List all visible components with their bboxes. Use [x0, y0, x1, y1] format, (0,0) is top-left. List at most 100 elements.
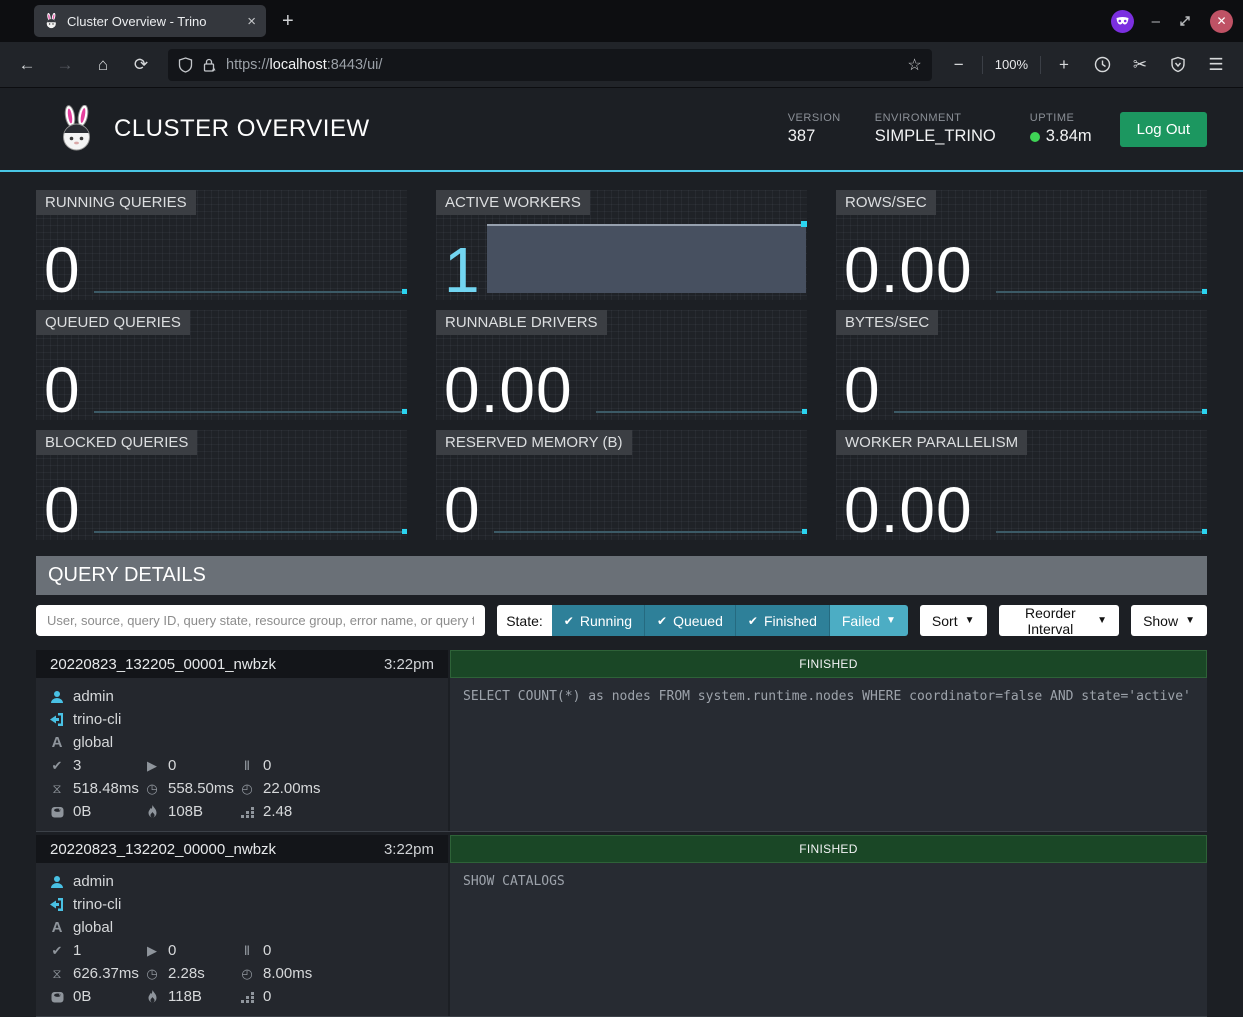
elapsed-clock-icon: ◷ [145, 962, 159, 985]
back-icon[interactable]: ← [12, 50, 42, 80]
bookmark-star-icon[interactable]: ☆ [907, 55, 921, 75]
query-id-link[interactable]: 20220823_132202_00000_nwbzk [50, 841, 276, 858]
forward-icon[interactable]: → [50, 50, 80, 80]
check-icon: ✔ [748, 614, 758, 628]
stat-label: BLOCKED QUERIES [36, 430, 197, 455]
splits-running: 0 [168, 939, 176, 962]
stat-label: RUNNABLE DRIVERS [436, 310, 607, 335]
window-restore-button[interactable] [1178, 14, 1192, 28]
url-bar[interactable]: https://localhost:8443/ui/ ☆ [168, 49, 932, 81]
screenshot-tool-icon[interactable]: ✂ [1125, 50, 1155, 80]
query-source: trino-cli [73, 708, 121, 731]
window-minimize-button[interactable]: – [1152, 13, 1160, 30]
stat-card-active-workers: ACTIVE WORKERS 1 [436, 190, 807, 300]
sparkline-area [487, 224, 806, 293]
extension-shield-icon[interactable] [1163, 50, 1193, 80]
logout-button[interactable]: Log Out [1120, 112, 1207, 147]
tab-close-icon[interactable]: × [247, 13, 256, 30]
peak-memory-flame-icon [145, 805, 159, 818]
filter-running-button[interactable]: ✔Running [552, 605, 645, 636]
peak-memory: 108B [168, 800, 203, 823]
splits-done: 3 [73, 754, 81, 777]
zoom-level[interactable]: 100% [991, 57, 1032, 72]
cpu-time: 8.00ms [263, 962, 312, 985]
query-row: 20220823_132202_00000_nwbzk 3:22pm admin… [36, 835, 1207, 1017]
query-id-link[interactable]: 20220823_132205_00001_nwbzk [50, 656, 276, 673]
menu-hamburger-icon[interactable]: ☰ [1201, 50, 1231, 80]
stat-card-blocked-queries: BLOCKED QUERIES 0 [36, 430, 407, 540]
stat-value: 0.00 [844, 244, 973, 296]
stat-value: 1 [444, 244, 481, 296]
current-memory-icon [50, 806, 64, 818]
tracking-shield-icon[interactable] [178, 57, 193, 73]
stat-card-worker-parallelism: WORKER PARALLELISM 0.00 [836, 430, 1207, 540]
peak-memory: 118B [168, 985, 202, 1008]
window-close-button[interactable]: ✕ [1210, 10, 1233, 33]
zoom-out-button[interactable]: − [944, 50, 974, 80]
filter-finished-button[interactable]: ✔Finished [736, 605, 830, 636]
stat-label: ROWS/SEC [836, 190, 936, 215]
query-row: 20220823_132205_00001_nwbzk 3:22pm admin… [36, 650, 1207, 832]
trino-bunny-logo [56, 105, 98, 153]
reload-icon[interactable]: ⟳ [126, 50, 156, 80]
query-source: trino-cli [73, 893, 121, 916]
query-resource-group: global [73, 731, 113, 754]
filter-queued-button[interactable]: ✔Queued [645, 605, 736, 636]
cumulative-memory-chart-icon [240, 806, 254, 818]
completed-splits-icon: ✔ [50, 754, 64, 777]
stat-label: RUNNING QUERIES [36, 190, 196, 215]
cpu-gauge-icon: ◴ [240, 962, 254, 985]
version-info: VERSION 387 [788, 112, 841, 146]
sparkline [996, 531, 1206, 533]
user-icon [50, 690, 64, 704]
reorder-interval-dropdown[interactable]: Reorder Interval▼ [999, 605, 1120, 636]
query-search-input[interactable] [36, 605, 485, 636]
wall-time-hourglass-icon: ⧖ [50, 777, 64, 800]
history-clock-icon[interactable] [1087, 50, 1117, 80]
stat-label: ACTIVE WORKERS [436, 190, 590, 215]
private-browsing-mask-icon [1111, 10, 1134, 33]
query-time: 3:22pm [384, 841, 434, 858]
new-tab-button[interactable]: + [282, 10, 294, 33]
stat-label: WORKER PARALLELISM [836, 430, 1027, 455]
state-filter-group: ✔Running ✔Queued ✔Finished Failed▼ [552, 605, 908, 636]
query-details-toolbar: State: ✔Running ✔Queued ✔Finished Failed… [36, 605, 1207, 636]
stat-label: RESERVED MEMORY (B) [436, 430, 632, 455]
queued-splits-icon: Ⅱ [240, 939, 254, 962]
sparkline [996, 291, 1206, 293]
stat-card-runnable-drivers: RUNNABLE DRIVERS 0.00 [436, 310, 807, 420]
page-title: CLUSTER OVERVIEW [114, 115, 788, 143]
running-splits-icon: ▶ [145, 939, 159, 962]
user-icon [50, 875, 64, 889]
zoom-in-button[interactable]: + [1049, 50, 1079, 80]
home-icon[interactable]: ⌂ [88, 50, 118, 80]
filter-failed-dropdown[interactable]: Failed▼ [830, 605, 908, 636]
connection-lock-icon[interactable] [202, 57, 217, 73]
query-time: 3:22pm [384, 656, 434, 673]
query-user: admin [73, 685, 114, 708]
wall-time-hourglass-icon: ⧖ [50, 962, 64, 985]
stat-value: 0.00 [844, 484, 973, 536]
stat-label: BYTES/SEC [836, 310, 938, 335]
sort-dropdown[interactable]: Sort▼ [920, 605, 987, 636]
wall-time: 518.48ms [73, 777, 139, 800]
show-dropdown[interactable]: Show▼ [1131, 605, 1207, 636]
elapsed-time: 558.50ms [168, 777, 234, 800]
query-status-badge: FINISHED [450, 835, 1207, 863]
stat-card-running-queries: RUNNING QUERIES 0 [36, 190, 407, 300]
query-status-badge: FINISHED [450, 650, 1207, 678]
check-icon: ✔ [657, 614, 667, 628]
trino-favicon-icon [44, 13, 59, 29]
query-sql-text: SELECT COUNT(*) as nodes FROM system.run… [450, 678, 1207, 831]
chevron-down-icon: ▼ [1185, 615, 1195, 626]
cpu-gauge-icon: ◴ [240, 777, 254, 800]
stat-card-rows-sec: ROWS/SEC 0.00 [836, 190, 1207, 300]
splits-queued: 0 [263, 939, 271, 962]
query-header: 20220823_132202_00000_nwbzk 3:22pm [36, 835, 448, 863]
browser-tab[interactable]: Cluster Overview - Trino × [34, 5, 266, 37]
chevron-down-icon: ▼ [1097, 615, 1107, 626]
url-text[interactable]: https://localhost:8443/ui/ [226, 57, 898, 73]
source-icon [50, 713, 64, 726]
url-path: :8443/ui/ [327, 57, 383, 73]
completed-splits-icon: ✔ [50, 939, 64, 962]
